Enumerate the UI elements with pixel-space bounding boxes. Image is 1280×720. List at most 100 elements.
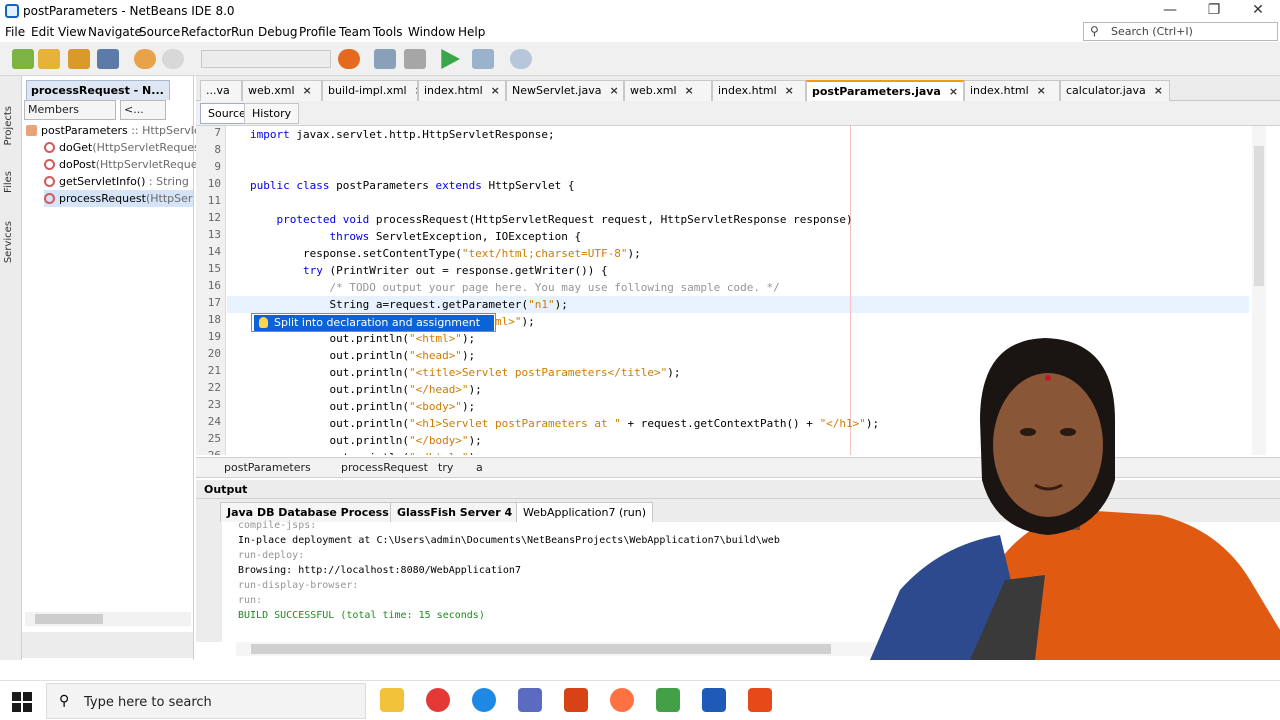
- breadcrumb-try[interactable]: try: [438, 461, 453, 474]
- method-name: doPost: [59, 158, 96, 171]
- menu-run[interactable]: Run: [231, 25, 254, 39]
- navigator-scrollbar[interactable]: [25, 612, 191, 626]
- editor-tab[interactable]: ...va: [200, 80, 242, 101]
- output-line-success: BUILD SUCCESSFUL (total time: 15 seconds…: [238, 610, 485, 621]
- files-tab[interactable]: Files: [3, 171, 14, 193]
- taskbar-search[interactable]: ⚲ Type here to search: [46, 683, 366, 719]
- save-all-icon[interactable]: [97, 49, 119, 69]
- close-tab-icon[interactable]: ×: [609, 84, 618, 97]
- projects-tab[interactable]: Projects: [3, 106, 14, 145]
- hint-split-declaration[interactable]: Split into declaration and assignment: [254, 315, 494, 331]
- editor-tab[interactable]: NewServlet.java ×: [506, 80, 624, 101]
- output-title[interactable]: Output: [204, 483, 247, 496]
- tab-label: calculator.java: [1066, 84, 1146, 97]
- search-icon: ⚲: [1090, 24, 1099, 38]
- menu-help[interactable]: Help: [458, 25, 485, 39]
- camtasia-recorder-icon[interactable]: [748, 688, 772, 712]
- output-horizontal-scrollbar[interactable]: [236, 642, 876, 656]
- tree-item[interactable]: doPost(HttpServletRequest: [44, 156, 208, 173]
- editor-tab[interactable]: index.html ×: [964, 80, 1060, 101]
- open-project-icon[interactable]: [68, 49, 90, 69]
- breadcrumb-method[interactable]: processRequest: [341, 461, 428, 474]
- scroll-thumb[interactable]: [1254, 146, 1264, 286]
- browser-icon[interactable]: [338, 49, 360, 69]
- menu-file[interactable]: File: [5, 25, 25, 39]
- tree-class-node[interactable]: postParameters :: HttpServlet: [26, 122, 205, 139]
- menu-source[interactable]: Source: [139, 25, 180, 39]
- line-number: 21: [207, 364, 221, 377]
- undo-icon[interactable]: [134, 49, 156, 69]
- close-window-button[interactable]: ✕: [1236, 0, 1280, 22]
- tree-item-selected[interactable]: processRequest(HttpServlet: [44, 190, 193, 207]
- scroll-thumb[interactable]: [35, 614, 103, 624]
- members-filter[interactable]: Members: [24, 100, 116, 120]
- method-type: (HttpServletRequest r: [92, 141, 213, 154]
- menu-tools[interactable]: Tools: [373, 25, 403, 39]
- code-line: out.println("</body>");: [250, 434, 482, 447]
- close-tab-icon[interactable]: ×: [303, 84, 312, 97]
- chrome-icon[interactable]: [426, 688, 450, 712]
- services-tab[interactable]: Services: [3, 221, 14, 263]
- profile-icon[interactable]: [510, 49, 532, 69]
- history-button[interactable]: History: [244, 103, 300, 124]
- code-line: /* TODO output your page here. You may u…: [250, 281, 780, 294]
- configuration-dropdown[interactable]: [201, 50, 331, 68]
- close-tab-icon[interactable]: ×: [1154, 84, 1163, 97]
- menu-debug[interactable]: Debug: [258, 25, 297, 39]
- navigator-filter-bar: [22, 632, 193, 658]
- code-line: out.println("<title>Servlet postParamete…: [250, 366, 681, 379]
- menu-refactor[interactable]: Refactor: [181, 25, 231, 39]
- editor-tab[interactable]: build-impl.xml×: [322, 80, 418, 101]
- scroll-thumb[interactable]: [251, 644, 831, 654]
- clean-build-icon[interactable]: [404, 49, 426, 69]
- output-tab-webapp[interactable]: WebApplication7 (run): [516, 502, 653, 522]
- build-icon[interactable]: [374, 49, 396, 69]
- close-tab-icon[interactable]: ×: [491, 84, 500, 97]
- hint-popup: Split into declaration and assignment: [251, 313, 496, 332]
- debug-icon[interactable]: [472, 49, 494, 69]
- editor-tab-active[interactable]: postParameters.java ×: [806, 80, 964, 101]
- close-tab-icon[interactable]: ×: [685, 84, 694, 97]
- navigator-panel: processRequest - N... Members <... postP…: [22, 76, 212, 660]
- firefox-icon[interactable]: [610, 688, 634, 712]
- powerpoint-icon[interactable]: [564, 688, 588, 712]
- code-line: public class postParameters extends Http…: [250, 179, 575, 192]
- file-explorer-icon[interactable]: [380, 688, 404, 712]
- line-number: 17: [207, 296, 221, 309]
- navigator-tab[interactable]: processRequest - N...: [26, 80, 170, 100]
- menu-view[interactable]: View: [58, 25, 86, 39]
- breadcrumb-var[interactable]: a: [476, 461, 483, 474]
- menu-team[interactable]: Team: [339, 25, 371, 39]
- menu-navigate[interactable]: Navigate: [88, 25, 142, 39]
- editor-tab[interactable]: calculator.java ×: [1060, 80, 1170, 101]
- close-tab-icon[interactable]: ×: [1037, 84, 1046, 97]
- edge-icon[interactable]: [472, 688, 496, 712]
- quick-search-box[interactable]: ⚲ Search (Ctrl+I): [1083, 22, 1278, 41]
- editor-tab[interactable]: index.html ×: [712, 80, 806, 101]
- virtualbox-icon[interactable]: [518, 688, 542, 712]
- new-project-icon[interactable]: [38, 49, 60, 69]
- editor-tab[interactable]: web.xml ×: [242, 80, 322, 101]
- class-icon: [26, 125, 37, 136]
- output-tab-glassfish[interactable]: GlassFish Server 4: [390, 502, 520, 522]
- filter-dropdown[interactable]: <...: [120, 100, 166, 120]
- tree-item[interactable]: getServletInfo() : String: [44, 173, 189, 190]
- breadcrumb-class[interactable]: postParameters: [224, 461, 311, 474]
- menu-window[interactable]: Window: [408, 25, 455, 39]
- menu-edit[interactable]: Edit: [31, 25, 54, 39]
- redo-icon[interactable]: [162, 49, 184, 69]
- menu-profile[interactable]: Profile: [299, 25, 336, 39]
- run-icon[interactable]: [441, 49, 460, 69]
- word-icon[interactable]: [702, 688, 726, 712]
- editor-tab[interactable]: index.html ×: [418, 80, 506, 101]
- minimize-button[interactable]: —: [1148, 0, 1192, 22]
- restore-button[interactable]: ❐: [1192, 0, 1236, 22]
- close-tab-icon[interactable]: ×: [785, 84, 794, 97]
- editor-tab[interactable]: web.xml ×: [624, 80, 712, 101]
- new-file-icon[interactable]: [12, 49, 34, 69]
- windows-start-icon[interactable]: [12, 692, 32, 712]
- tree-item[interactable]: doGet(HttpServletRequest r: [44, 139, 212, 156]
- camtasia-icon[interactable]: [656, 688, 680, 712]
- close-tab-icon[interactable]: ×: [949, 85, 958, 98]
- output-tab-javadb[interactable]: Java DB Database Process: [220, 502, 396, 522]
